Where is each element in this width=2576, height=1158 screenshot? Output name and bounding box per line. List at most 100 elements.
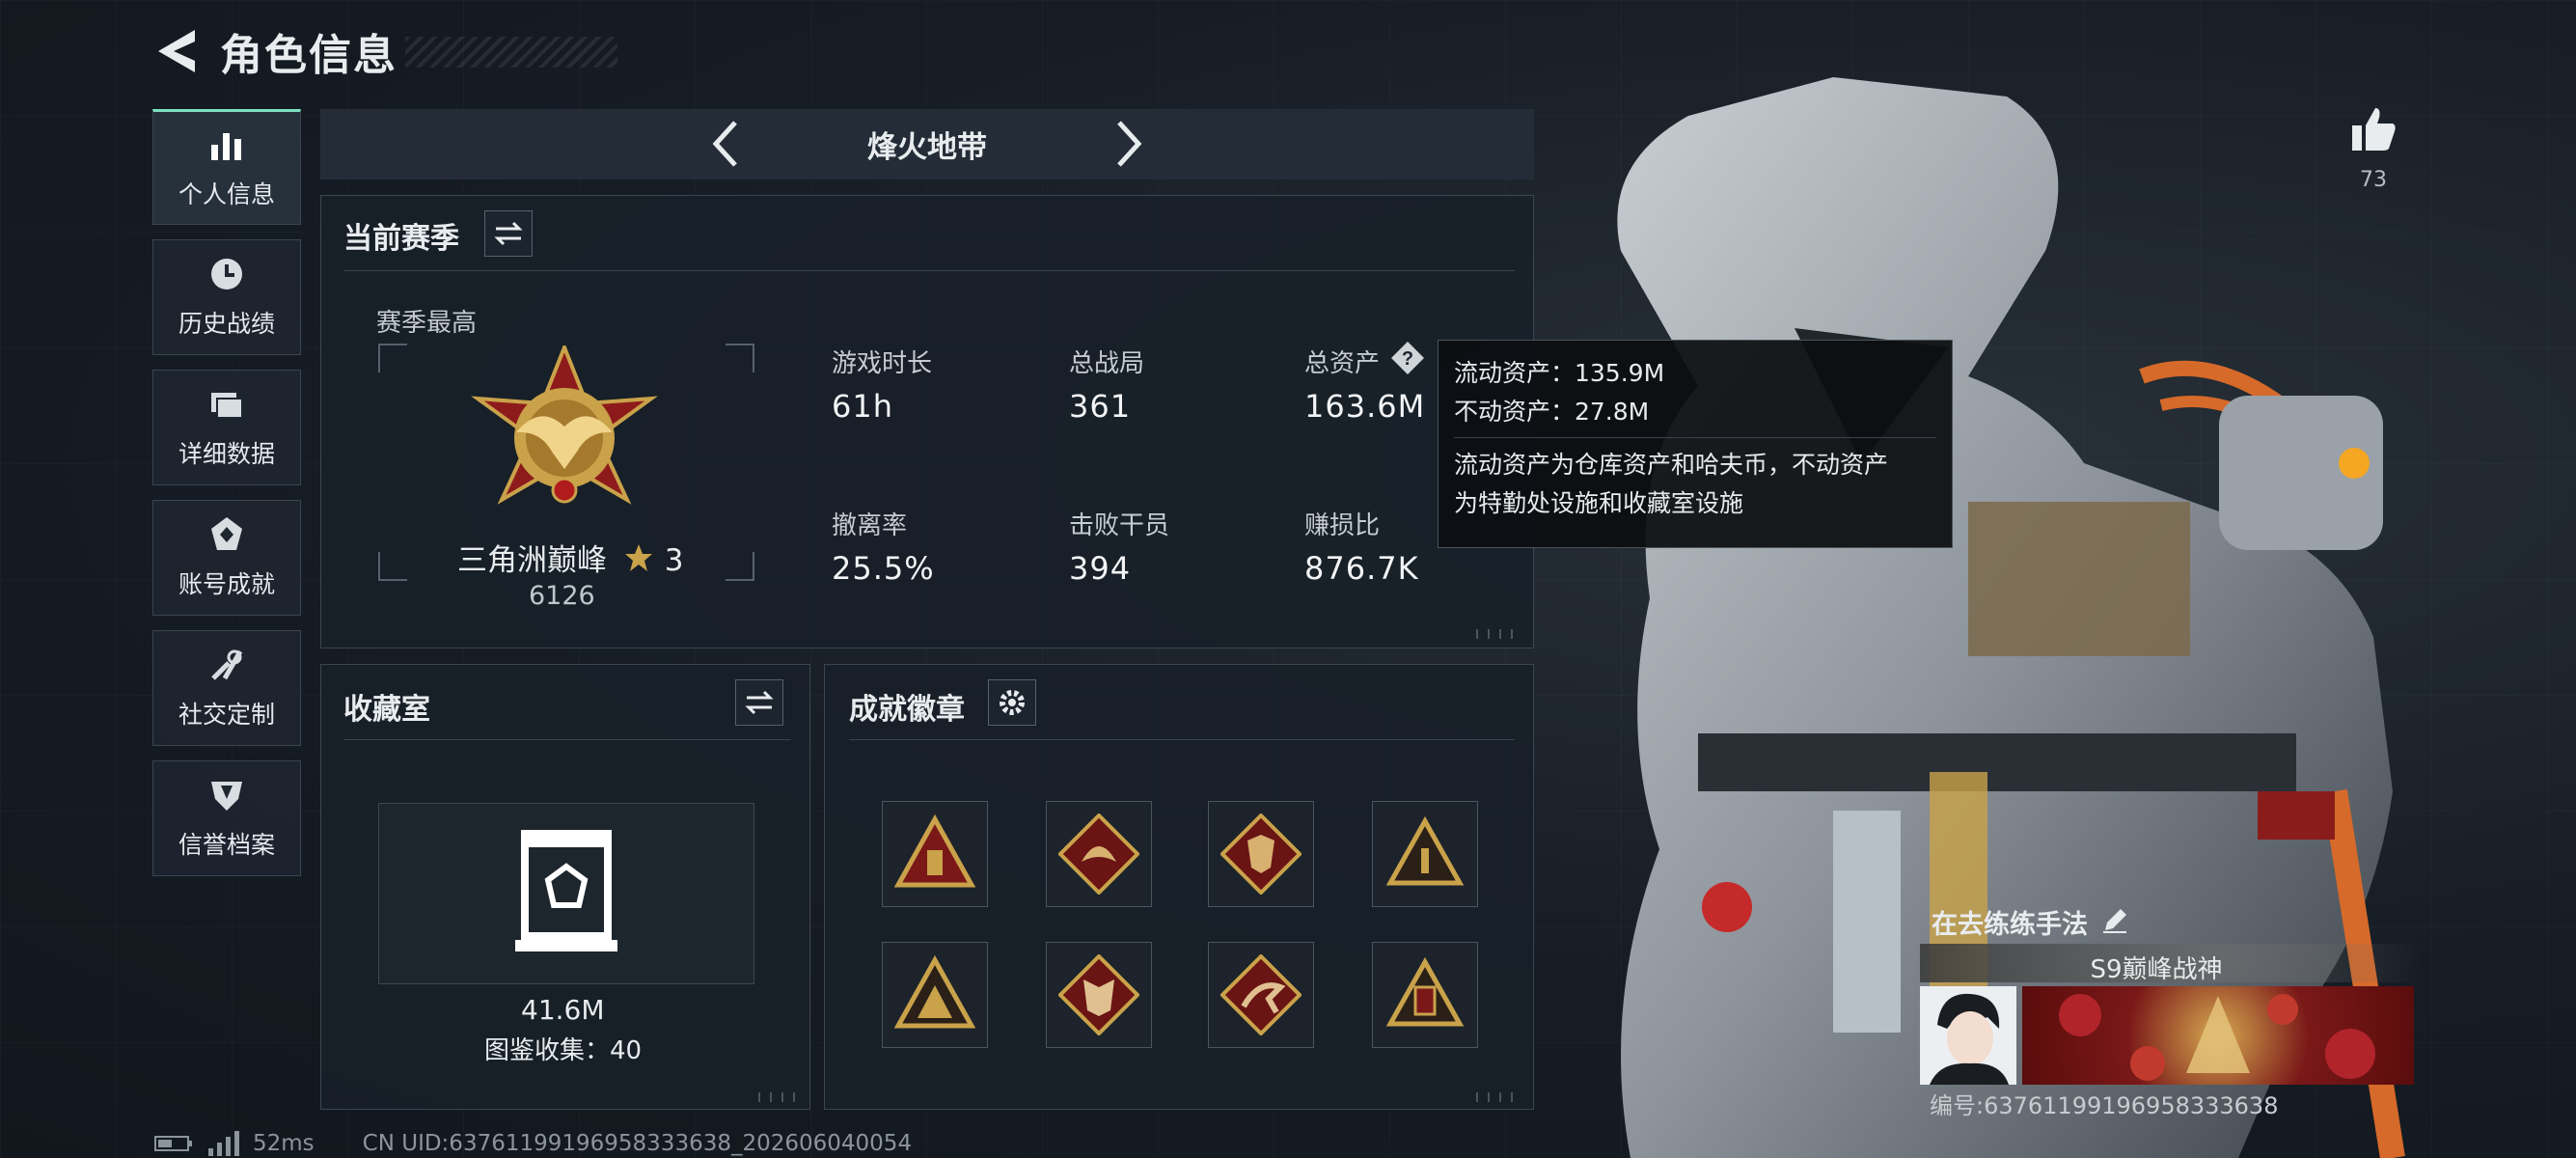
stat-label-extraction-rate: 撤离率 <box>832 511 908 540</box>
sidebar-item-personal-info[interactable]: 个人信息 <box>152 109 301 225</box>
signal-icon <box>208 1131 239 1156</box>
tower-badge-icon <box>1385 956 1465 1027</box>
warrior-badge-icon <box>894 954 975 1029</box>
badge-slot-5[interactable] <box>882 942 988 1048</box>
badge-slot-2[interactable] <box>1046 801 1152 907</box>
battery-icon <box>154 1136 192 1151</box>
like-count: 73 <box>2360 168 2387 192</box>
mode-title: 烽火地带 <box>867 130 987 165</box>
like-widget: 73 <box>2344 104 2402 192</box>
stat-label-profit-ratio: 赚损比 <box>1304 511 1381 540</box>
rank-name-row: 三角洲巅峰 3 <box>457 536 683 579</box>
rank-score: 6126 <box>529 581 595 611</box>
back-arrow-icon[interactable] <box>154 26 199 76</box>
tooltip-note-line1: 流动资产为仓库资产和哈夫币，不动资产 <box>1454 451 1889 479</box>
triangle-badge-icon <box>894 813 975 888</box>
sidebar-item-social[interactable]: 社交定制 <box>152 630 301 746</box>
badge-slot-4[interactable] <box>1372 801 1478 907</box>
sidebar-item-label: 个人信息 <box>178 180 275 208</box>
help-icon[interactable]: ? <box>1389 340 1426 376</box>
sidebar-item-label: 信誉档案 <box>178 831 275 859</box>
svg-text:?: ? <box>1402 348 1413 370</box>
prev-mode-button[interactable] <box>706 117 745 171</box>
collection-switch-button[interactable] <box>735 679 783 726</box>
shield-icon <box>211 782 242 811</box>
title-decoration <box>405 37 617 68</box>
season-best-label: 赛季最高 <box>376 309 478 338</box>
season-divider <box>343 270 1515 271</box>
header: 角色信息 <box>154 21 397 81</box>
tooltip-divider <box>1454 437 1936 438</box>
rank-name: 三角洲巅峰 <box>457 543 607 578</box>
star-icon <box>624 544 652 571</box>
frame-corner <box>378 344 407 372</box>
sidebar-item-label: 社交定制 <box>178 701 275 729</box>
clock-icon <box>211 259 242 290</box>
sidebar-item-detail-data[interactable]: 详细数据 <box>152 370 301 485</box>
player-uid: 编号:637611991969583336​38 <box>1930 1092 2279 1119</box>
sidebar-item-history[interactable]: 历史战绩 <box>152 239 301 355</box>
banner-art <box>2059 994 2375 1081</box>
stat-label-matches: 总战局 <box>1069 349 1145 378</box>
tooltip-note-line2: 为特勤处设施和收藏室设施 <box>1454 489 1744 517</box>
avatar[interactable] <box>1920 986 2016 1085</box>
stat-label-assets: 总资产 <box>1304 349 1381 378</box>
stat-value-profit-ratio: 876.7K <box>1304 550 1419 587</box>
badge-slot-1[interactable] <box>882 801 988 907</box>
client-uid: CN UID:6376119919695833363​8_20260604005… <box>362 1131 913 1156</box>
stat-value-playtime: 61h <box>832 388 893 425</box>
collection-divider <box>343 739 791 740</box>
folder-icon <box>211 393 243 419</box>
edit-icon[interactable] <box>2101 907 2128 934</box>
stat-value-kills: 394 <box>1069 550 1132 587</box>
achievements-title: 成就徽章 <box>849 693 965 727</box>
stat-value-matches: 361 <box>1069 388 1132 425</box>
ping-value: 52ms <box>253 1131 315 1156</box>
sidebar: 个人信息 历史战绩 详细数据 账号成就 社交定制 信誉档案 <box>152 109 301 891</box>
season-switch-button[interactable] <box>484 210 533 257</box>
tooltip-fixed-assets: 不动资产：27.8M <box>1454 398 1650 426</box>
player-title: S9巅峰战神 <box>2090 955 2223 984</box>
tooltip-liquid-assets: 流动资产：135.9M <box>1454 359 1665 387</box>
badge-slot-6[interactable] <box>1046 942 1152 1048</box>
sidebar-item-reputation[interactable]: 信誉档案 <box>152 760 301 876</box>
badge-slot-3[interactable] <box>1208 801 1314 907</box>
panel-decoration <box>758 1092 801 1102</box>
avatar-image <box>1930 993 2009 1085</box>
status-bar: 52ms CN UID:6376119919695833363​8_202606… <box>154 1129 912 1158</box>
frame-corner <box>378 552 407 581</box>
pyramid-badge-icon <box>1385 815 1465 886</box>
next-mode-button[interactable] <box>1110 117 1148 171</box>
swap-icon <box>494 221 523 246</box>
season-title: 当前赛季 <box>343 222 459 256</box>
badge-slot-8[interactable] <box>1372 942 1478 1048</box>
bar-chart-icon <box>211 133 241 160</box>
thumbs-up-icon[interactable] <box>2348 104 2398 154</box>
showcase-icon <box>515 830 617 951</box>
swap-icon <box>745 690 774 715</box>
player-name: 在去练练手法 <box>1932 910 2088 940</box>
stat-label-playtime: 游戏时长 <box>832 349 933 378</box>
achievement-icon <box>211 517 242 550</box>
sidebar-item-label: 详细数据 <box>178 440 275 468</box>
stat-value-assets: 163.6M <box>1304 388 1426 425</box>
collection-value: 41.6M <box>521 994 605 1026</box>
mode-selector: 烽火地带 <box>320 109 1534 179</box>
achievements-settings-button[interactable] <box>988 679 1036 726</box>
wrench-icon <box>211 649 243 680</box>
dragon-badge-icon <box>1058 813 1139 895</box>
wolf-badge-icon <box>1220 813 1302 895</box>
rank-medal-icon <box>471 345 658 505</box>
gear-icon <box>1000 690 1025 715</box>
sidebar-item-label: 历史战绩 <box>178 310 275 338</box>
frame-corner <box>726 344 754 372</box>
collection-title: 收藏室 <box>343 693 430 727</box>
panel-decoration <box>1476 629 1519 639</box>
assets-tooltip: 流动资产：135.9M 不动资产：27.8M 流动资产为仓库资产和哈夫币，不动资… <box>1438 340 1953 548</box>
sidebar-item-achievements[interactable]: 账号成就 <box>152 500 301 616</box>
badge-slot-7[interactable] <box>1208 942 1314 1048</box>
page-title: 角色信息 <box>220 31 397 80</box>
collection-count: 图鉴收集：40 <box>484 1036 643 1065</box>
player-banner-image <box>2022 986 2414 1085</box>
sidebar-item-label: 账号成就 <box>178 570 275 598</box>
